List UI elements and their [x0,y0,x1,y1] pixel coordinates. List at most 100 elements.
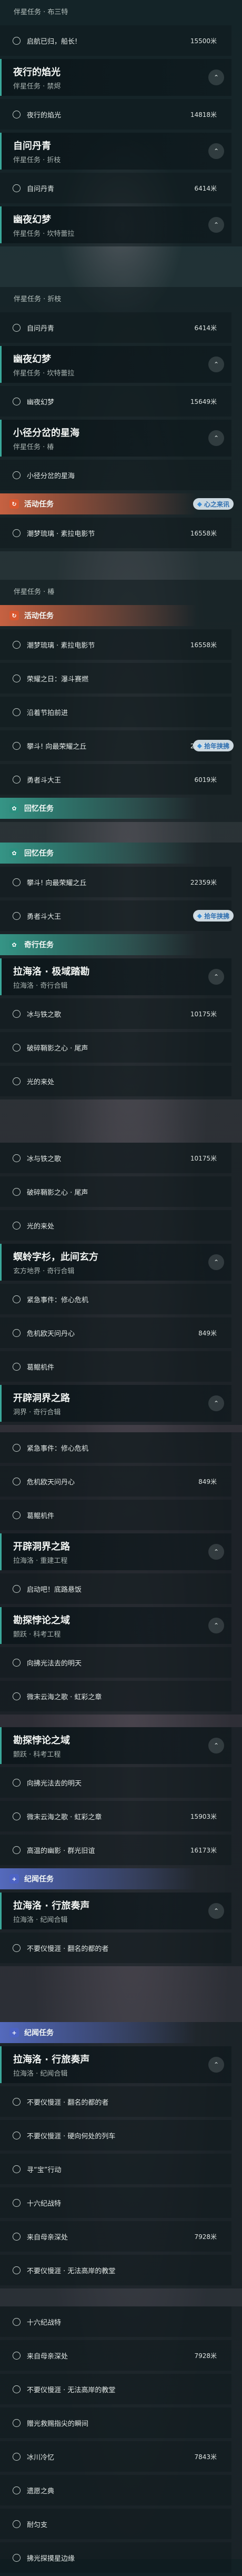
objective-label: 紧急事件：修心危机 [27,1444,89,1453]
collapse-chevron-icon[interactable]: ⌃ [208,143,224,159]
quest-objective[interactable]: 潮梦琉璃 · 素拉电影节 16558米 [0,629,231,660]
quest-objective[interactable]: 启航已归，船长! 15500米 [0,25,231,56]
quest-objective[interactable]: 遗愿之典 [0,2475,231,2505]
objective-circle-icon [13,1295,21,1303]
quest-objective[interactable]: 来自母亲深处 7928米 [0,2221,231,2252]
quest-header[interactable]: 幽夜幻梦 伴星任务 · 坎特蕾拉 ⌃ [0,346,231,383]
quest-objective[interactable]: 紧急事件：修心危机 [0,1284,231,1314]
quest-objective[interactable]: 幽夜幻梦 15649米 [0,386,231,417]
caption-text: 伴星任务 · 折枝 [14,295,62,303]
companion-category-icon: + [9,2028,19,2037]
quest-objective[interactable]: 赠光救赐指尖的瞬间 [0,2407,231,2438]
quest-objective[interactable]: 光的来处 [0,1066,231,1096]
quest-objective[interactable]: 小径分岔的星海 [0,460,231,490]
objective-label: 夜行的焰光 [27,111,62,120]
quest-header[interactable]: 拉海洛 · 行旅奏声 拉海洛 · 纪闻合辑 ⌃ [0,1893,231,1929]
collapse-chevron-icon[interactable]: ⌃ [208,356,224,372]
quest-header[interactable]: 小径分岔的星海 伴星任务 · 椿 ⌃ [0,420,231,457]
objective-label: 来自母亲深处 [27,2352,68,2361]
section-header-event[interactable]: ↻ 活动任务 [0,605,231,626]
notification-badge[interactable]: ◆ 拾年挟拂 [193,740,234,751]
collapse-chevron-icon[interactable]: ⌃ [208,969,224,985]
objective-distance: 22359米 [190,878,217,886]
quest-objective[interactable]: 紧急事件：修心危机 [0,1432,231,1463]
quest-objective[interactable]: 十六纪战特 [0,2306,231,2337]
quest-objective[interactable]: 破碎鞘影之心 · 尾声 [0,1176,231,1207]
quest-objective[interactable]: 荣耀之日：瀑斗赛燃 [0,663,231,693]
collapse-chevron-icon[interactable]: ⌃ [208,1254,224,1270]
quest-objective[interactable]: 向拂光法去的明天 [0,1647,231,1678]
quest-objective[interactable]: 十六纪战特 [0,2187,231,2218]
quest-header[interactable]: 拉海洛 · 极域踏勘 拉海洛 · 奇行合辑 ⌃ [0,958,231,995]
quest-objective[interactable]: 冰与铁之歌 10175米 [0,998,231,1029]
memory-category-icon: ✿ [9,804,19,813]
section-label: 回忆任务 [24,805,54,813]
quest-objective[interactable]: 潮梦琉璃 · 素拉电影节 16558米 [0,518,231,548]
quest-objective[interactable]: 微末云海之歌 · 虹彩之章 [0,1681,231,1711]
objective-circle-icon [13,1846,21,1854]
quest-objective[interactable]: 自问丹青 6414米 [0,312,231,343]
section-label: 纪闻任务 [24,2029,54,2037]
quest-objective[interactable]: 高温的幽影 · 群光旧谊 16173米 [0,1835,231,1865]
collapse-chevron-icon[interactable]: ⌃ [208,1395,224,1411]
quest-objective[interactable]: 不要仪慢涯 · 翻名的都的者 [0,1933,231,1963]
section-header-companion[interactable]: + 纪闻任务 [0,1868,231,1889]
quest-objective[interactable]: 破碎鞘影之心 · 尾声 [0,1032,231,1063]
quest-objective[interactable]: 微末云海之歌 · 虹彩之章 15903米 [0,1801,231,1831]
quest-header[interactable]: 螟蛉字杉，此间玄方 玄方地界 · 奇行合辑 ⌃ [0,1244,231,1281]
notification-badge[interactable]: ◆ 拾年挟拂 [193,910,234,922]
notification-badge[interactable]: ◆ 心之来讯 [193,498,234,510]
collapse-chevron-icon[interactable]: ⌃ [208,1544,224,1560]
collapse-chevron-icon[interactable]: ⌃ [208,70,224,85]
quest-objective[interactable]: 自问丹青 6414米 [0,173,231,203]
quest-header[interactable]: 拉海洛 · 行旅奏声 拉海洛 · 纪闻合辑 ⌃ [0,2046,231,2083]
collapse-chevron-icon[interactable]: ⌃ [208,430,224,446]
quest-frame: 伴星任务 · 折枝自问丹青 6414米 幽夜幻梦 伴星任务 · 坎特蕾拉 ⌃ 幽夜幻梦 15… [0,287,242,551]
quest-header[interactable]: 勘探悖论之域 颤跃 · 科考工程 ⌃ [0,1727,231,1764]
quest-objective[interactable]: 光的来处 [0,1210,231,1241]
quest-objective[interactable]: 攀斗! 向最荣耀之丘 22359米 [0,867,231,897]
quest-objective[interactable]: 夜行的焰光 14818米 [0,99,231,130]
quest-header[interactable]: 幽夜幻梦 伴星任务 · 坎特蕾拉 ⌃ [0,206,231,243]
objective-circle-icon [13,36,21,45]
objective-label: 寻“宝”行动 [27,2166,62,2174]
section-header-companion[interactable]: + 纪闻任务 [0,2022,231,2043]
quest-header[interactable]: 夜行的焰光 伴星任务 · 禁烬 ⌃ [0,59,231,96]
quest-header[interactable]: 自问丹青 伴星任务 · 折枝 ⌃ [0,133,231,170]
quest-objective[interactable]: 沿着节拍前进 [0,697,231,727]
quest-objective[interactable]: 不要仪慢涯 · 无法高岸的教堂 [0,2255,231,2285]
quest-objective[interactable]: 不要仪慢涯 · 无法高岸的教堂 [0,2374,231,2404]
quest-objective[interactable]: 耐匀支 [0,2509,231,2539]
quest-objective[interactable]: 冰川冷忆 7843米 [0,2441,231,2472]
quest-objective[interactable]: 葛鲲机件 [0,1500,231,1530]
section-header-memory[interactable]: ✿ 奇行任务 [0,934,231,955]
collapse-chevron-icon[interactable]: ⌃ [208,1903,224,1919]
quest-frame: 伴星任务 · 布三特 启航已归，船长! 15500米 夜行的焰光 伴星任务 · 禁烬 ⌃ 夜… [0,0,242,246]
quest-objective[interactable]: 寻“宝”行动 [0,2154,231,2184]
quest-objective[interactable]: 不要仪慢涯 · 翻名的都的者 [0,2086,231,2117]
quest-objective[interactable]: 勇者斗大王 6019米 [0,764,231,795]
quest-objective[interactable]: 拂光探摸星边缘 [0,2542,231,2573]
quest-objective[interactable]: 不要仪慢涯 · 硬向何处的列车 [0,2120,231,2151]
collapse-chevron-icon[interactable]: ⌃ [208,1738,224,1753]
quest-objective[interactable]: 冰与铁之歌 10175米 [0,1143,231,1173]
quest-objective[interactable]: 葛鲲机件 [0,1351,231,1382]
objective-circle-icon [13,471,21,479]
collapse-chevron-icon[interactable]: ⌃ [208,1618,224,1633]
quest-subtitle: 伴星任务 · 折枝 [13,156,61,164]
objective-distance: 16173米 [190,1846,217,1854]
quest-title: 开辟洞界之路 [13,1392,70,1404]
quest-objective[interactable]: 危机欧天问丹心 849米 [0,1466,231,1497]
collapse-chevron-icon[interactable]: ⌃ [208,217,224,233]
quest-header[interactable]: 勘探悖论之域 颤跃 · 科考工程 ⌃ [0,1607,231,1644]
objective-label: 葛鲲机件 [27,1363,55,1372]
quest-objective[interactable]: 来自母亲深处 7928米 [0,2340,231,2371]
quest-objective[interactable]: 启动吧！底路悬饭 [0,1573,231,1604]
quest-header[interactable]: 开辟洞界之路 洞界 · 奇行合辑 ⌃ [0,1385,231,1422]
quest-objective[interactable]: 向拂光法去的明天 [0,1767,231,1798]
section-header-memory[interactable]: ✿ 回忆任务 [0,843,231,864]
collapse-chevron-icon[interactable]: ⌃ [208,2057,224,2073]
quest-objective[interactable]: 危机欧天问丹心 849米 [0,1317,231,1348]
section-header-memory[interactable]: ✿ 回忆任务 [0,798,231,819]
quest-header[interactable]: 开辟洞界之路 拉海洛 · 重建工程 ⌃ [0,1533,231,1570]
